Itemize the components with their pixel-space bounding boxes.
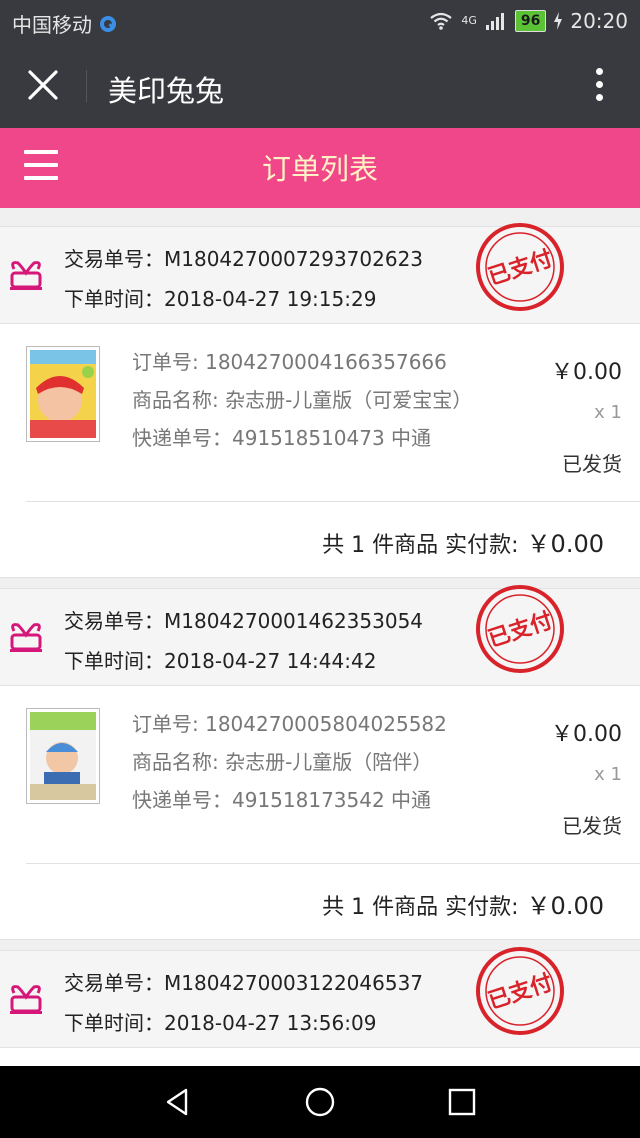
order-number: 订单号: 1804270005804025582	[132, 712, 447, 736]
order-time: 下单时间：2018-04-27 13:56:09	[64, 1011, 377, 1035]
charging-icon	[554, 12, 563, 30]
shipping-status: 已发货	[562, 452, 622, 476]
order-header: 交易单号：M1804270001462353054 下单时间：2018-04-2…	[0, 585, 640, 686]
app-bar-divider	[86, 70, 87, 102]
app-title: 美印兔兔	[108, 74, 225, 108]
network-type: 4G	[461, 14, 477, 27]
svg-text:已支付: 已支付	[485, 608, 556, 652]
paid-stamp: 已支付	[476, 947, 564, 1035]
order-card[interactable]: 交易单号：M1804270001462353054 下单时间：2018-04-2…	[0, 585, 640, 940]
order-item[interactable]: 订单号: 1804270004166357666 商品名称: 杂志册-儿童版（可…	[0, 324, 640, 502]
menu-bar-icon	[24, 163, 58, 167]
tracking-number: 快递单号：491518173542 中通	[132, 788, 432, 812]
order-time: 下单时间：2018-04-27 19:15:29	[64, 287, 377, 311]
store-logo-icon	[10, 623, 42, 652]
browser-q-icon	[100, 15, 116, 32]
paid-amount: ￥0.00	[526, 530, 604, 558]
order-card[interactable]: 交易单号：M1804270003122046537 下单时间：2018-04-2…	[0, 947, 640, 1066]
summary-label: 共 1 件商品 实付款:	[322, 895, 519, 920]
item-price: ￥0.00	[551, 722, 622, 747]
order-card[interactable]: 交易单号：M1804270007293702623 下单时间：2018-04-2…	[0, 223, 640, 578]
close-button[interactable]	[22, 64, 66, 108]
battery-level: 96	[514, 10, 547, 32]
menu-button[interactable]	[24, 150, 58, 184]
clock: 20:20	[570, 9, 628, 33]
summary-label: 共 1 件商品 实付款:	[322, 533, 519, 558]
signal-icon	[485, 13, 504, 30]
order-header: 交易单号：M1804270003122046537 下单时间：2018-04-2…	[0, 947, 640, 1048]
order-header: 交易单号：M1804270007293702623 下单时间：2018-04-2…	[0, 223, 640, 324]
item-quantity: x 1	[594, 764, 622, 785]
home-icon[interactable]	[302, 1084, 338, 1120]
app-bar: 美印兔兔	[0, 44, 640, 128]
close-icon	[28, 70, 58, 100]
item-price: ￥0.00	[551, 360, 622, 385]
product-image-icon	[30, 350, 96, 438]
navigation-bar	[0, 1066, 640, 1138]
more-dot-icon	[595, 94, 603, 101]
tracking-number: 快递单号：491518510473 中通	[132, 426, 432, 450]
product-name: 商品名称: 杂志册-儿童版（可爱宝宝）	[132, 388, 473, 412]
trade-number: 交易单号：M1804270001462353054	[64, 609, 424, 633]
paid-stamp: 已支付	[476, 585, 564, 673]
svg-text:已支付: 已支付	[485, 970, 556, 1014]
page-title: 订单列表	[261, 152, 378, 186]
paid-amount: ￥0.00	[526, 892, 604, 920]
order-time: 下单时间：2018-04-27 14:44:42	[64, 649, 377, 673]
order-list[interactable]: 交易单号：M1804270007293702623 下单时间：2018-04-2…	[0, 208, 640, 1066]
order-footer: 共 1 件商品 实付款: ￥0.00	[0, 864, 640, 940]
item-quantity: x 1	[594, 402, 622, 423]
status-left: 中国移动	[12, 9, 118, 38]
back-icon[interactable]	[160, 1084, 196, 1120]
store-logo-icon	[10, 985, 42, 1014]
status-bar: 中国移动 4G 96 20:20	[0, 0, 640, 44]
status-right: 4G 96 20:20	[429, 9, 628, 33]
paid-stamp: 已支付	[476, 223, 564, 311]
product-name: 商品名称: 杂志册-儿童版（陪伴）	[132, 750, 433, 774]
carrier-label: 中国移动	[12, 13, 92, 37]
trade-number: 交易单号：M1804270003122046537	[64, 971, 424, 995]
menu-bar-icon	[24, 150, 58, 154]
menu-bar-icon	[24, 176, 58, 180]
order-summary: 共 1 件商品 实付款: ￥0.00	[322, 524, 604, 559]
more-dot-icon	[595, 68, 603, 75]
product-thumbnail[interactable]	[26, 708, 100, 804]
recent-apps-icon[interactable]	[444, 1084, 480, 1120]
more-dot-icon	[595, 81, 603, 88]
shipping-status: 已发货	[562, 814, 622, 838]
order-item[interactable]	[0, 1048, 640, 1066]
wifi-icon	[430, 12, 453, 30]
product-thumbnail[interactable]	[26, 346, 100, 442]
more-options-button[interactable]	[594, 68, 604, 106]
order-number: 订单号: 1804270004166357666	[132, 350, 447, 374]
product-image-icon	[30, 712, 96, 800]
store-logo-icon	[10, 261, 42, 290]
order-footer: 共 1 件商品 实付款: ￥0.00	[0, 502, 640, 578]
page-header: 订单列表	[0, 128, 640, 208]
order-summary: 共 1 件商品 实付款: ￥0.00	[322, 886, 604, 921]
trade-number: 交易单号：M1804270007293702623	[64, 247, 424, 271]
svg-text:已支付: 已支付	[485, 246, 556, 290]
order-item[interactable]: 订单号: 1804270005804025582 商品名称: 杂志册-儿童版（陪…	[0, 686, 640, 864]
